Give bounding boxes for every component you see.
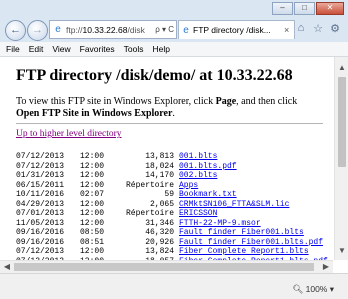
status-bar: 🔍︎ 100% ▾ [0, 273, 348, 299]
scroll-right-arrow-icon[interactable]: ▶ [321, 261, 331, 273]
entry-size: 13,813 [145, 152, 174, 161]
entry-size: 2,065 [149, 199, 174, 209]
list-item: 06/15/2011 12:00 Répertoire Apps [16, 181, 328, 191]
entry-link[interactable]: ERICSSON [179, 209, 217, 218]
entry-time: 12:00 [80, 209, 105, 218]
vertical-scrollbar[interactable]: ▲ ▼ [334, 57, 348, 260]
entry-time: 08:50 [80, 228, 105, 237]
ie-icon: e [55, 23, 61, 35]
entry-date: 09/16/2016 [16, 237, 65, 247]
entry-link[interactable]: 002.blts [179, 171, 217, 180]
horizontal-scroll-thumb[interactable] [14, 263, 314, 271]
list-item: 04/29/2013 12:00 2,065 CRMktSN106_FTTA&SLM.… [16, 200, 328, 210]
forward-button[interactable]: → [27, 20, 48, 41]
entry-size: 18,024 [145, 161, 174, 171]
entry-time: 12:00 [80, 199, 105, 209]
address-url[interactable]: ftp://10.33.22.68/disk [66, 25, 153, 35]
toolbar-icons: ⌂ ☆ ⚙ [291, 22, 342, 35]
close-button[interactable]: ✕ [316, 2, 344, 15]
menu-file[interactable]: File [6, 44, 20, 54]
entry-size: 20,926 [145, 237, 174, 247]
entry-date: 06/15/2011 [16, 180, 65, 190]
entry-date: 09/16/2016 [16, 228, 65, 237]
entry-link[interactable]: CRMktSN106_FTTA&SLM.lic [179, 200, 289, 209]
up-directory-link[interactable]: Up to higher level directory [16, 129, 122, 139]
entry-link[interactable]: 001.blts.pdf [179, 162, 237, 171]
entry-date: 10/11/2016 [16, 190, 65, 199]
list-item: 11/05/2013 12:00 31,346 FTTH-22-MP-9.msor [16, 219, 328, 229]
page-content: FTP directory /disk/demo/ at 10.33.22.68… [0, 57, 333, 260]
entry-time: 08:51 [80, 237, 105, 247]
zoom-level[interactable]: 🔍︎ 100% ▾ [292, 284, 334, 295]
entry-size: 59 [164, 190, 174, 199]
scroll-down-arrow-icon[interactable]: ▼ [335, 246, 348, 258]
scroll-left-arrow-icon[interactable]: ◀ [2, 261, 12, 273]
entry-link[interactable]: Fiber Complete Report1.blts [179, 247, 309, 256]
scroll-thumb[interactable] [338, 77, 346, 167]
list-item: 09/16/2016 08:51 20,926 Fault finder Fiber0… [16, 238, 328, 248]
list-item: 10/11/2016 02:07 59 Bookmark.txt [16, 190, 328, 200]
entry-size: Répertoire [125, 180, 174, 190]
entry-link[interactable]: Apps [179, 181, 198, 190]
entry-date: 11/05/2013 [16, 218, 65, 228]
entry-size: 46,320 [145, 228, 174, 237]
entry-date: 07/12/2013 [16, 161, 65, 171]
entry-date: 07/12/2013 [16, 152, 65, 161]
menu-view[interactable]: View [52, 44, 70, 54]
window-controls: – □ ✕ [271, 2, 344, 15]
directory-listing: 07/12/2013 12:00 13,813 001.blts 07/12/2013 1… [16, 152, 328, 260]
list-item: 07/12/2013 12:00 13,824 Fiber Complete Repo… [16, 247, 328, 257]
gear-icon[interactable]: ⚙ [328, 22, 342, 35]
entry-size: 14,170 [145, 171, 174, 180]
entry-size: 31,346 [145, 218, 174, 228]
entry-time: 02:07 [80, 190, 105, 199]
intro-text: To view this FTP site in Windows Explore… [16, 96, 298, 119]
entry-time: 12:00 [80, 180, 105, 190]
minimize-button[interactable]: – [272, 2, 293, 15]
page-title: FTP directory /disk/demo/ at 10.33.22.68 [16, 67, 293, 84]
entry-size: 13,824 [145, 247, 174, 256]
address-bar[interactable]: e ftp://10.33.22.68/disk ρ ▾ C [49, 20, 177, 39]
entry-time: 12:00 [80, 161, 105, 171]
entry-time: 12:00 [80, 171, 105, 180]
entry-link[interactable]: FTTH-22-MP-9.msor [179, 219, 261, 228]
menu-edit[interactable]: Edit [29, 44, 44, 54]
menu-bar: File Edit View Favorites Tools Help [0, 42, 348, 57]
favorites-star-icon[interactable]: ☆ [311, 22, 325, 35]
maximize-button[interactable]: □ [294, 2, 315, 15]
menu-tools[interactable]: Tools [124, 44, 144, 54]
entry-time: 12:00 [80, 152, 105, 161]
entry-date: 07/01/2013 [16, 209, 65, 218]
divider [16, 123, 323, 124]
list-item: 07/12/2013 12:00 18,024 001.blts.pdf [16, 162, 328, 172]
tab-ftp-directory[interactable]: e FTP directory /disk... × [178, 20, 295, 39]
entry-link[interactable]: Fault finder Fiber001.blts [179, 228, 304, 237]
entry-link[interactable]: Fault finder Fiber001.blts.pdf [179, 238, 323, 247]
entry-time: 12:00 [80, 247, 105, 256]
search-refresh-controls[interactable]: ρ ▾ C [153, 25, 176, 34]
home-icon[interactable]: ⌂ [294, 22, 308, 35]
horizontal-scrollbar[interactable]: ◀ ▶ [0, 260, 333, 273]
back-button[interactable]: ← [5, 20, 26, 41]
entry-link[interactable]: Bookmark.txt [179, 190, 237, 199]
list-item: 09/16/2016 08:50 46,320 Fault finder Fiber0… [16, 228, 328, 238]
entry-time: 12:00 [80, 218, 105, 228]
entry-link[interactable]: 001.blts [179, 152, 217, 161]
list-item: 07/01/2013 12:00 Répertoire ERICSSON [16, 209, 328, 219]
menu-favorites[interactable]: Favorites [80, 44, 115, 54]
list-item: 01/31/2013 12:00 14,170 002.blts [16, 171, 328, 181]
browser-chrome: – □ ✕ ← → e ftp://10.33.22.68/disk ρ ▾ C… [0, 0, 348, 42]
list-item: 07/12/2013 12:00 13,813 001.blts [16, 152, 328, 162]
tab-title: FTP directory /disk... [193, 25, 271, 35]
entry-date: 04/29/2013 [16, 199, 65, 209]
entry-size: Répertoire [125, 209, 174, 218]
menu-help[interactable]: Help [152, 44, 169, 54]
entry-date: 01/31/2013 [16, 171, 65, 180]
entry-date: 07/12/2013 [16, 247, 65, 256]
scroll-up-arrow-icon[interactable]: ▲ [335, 63, 348, 75]
ie-tab-icon: e [183, 24, 189, 36]
